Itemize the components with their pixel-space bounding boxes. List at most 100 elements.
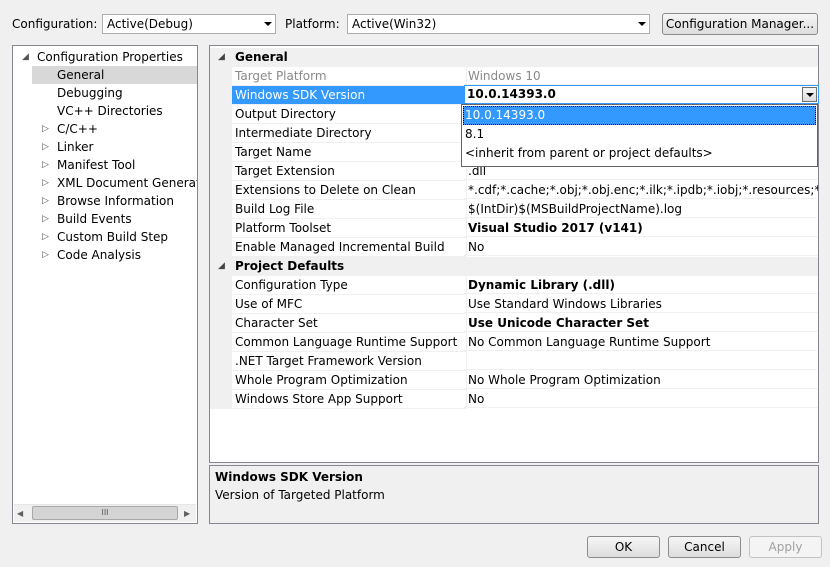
category-title: Project Defaults [235,259,345,273]
property-name: Character Set [232,314,467,333]
tree-item-label: C/C++ [57,122,98,136]
expand-triangle-icon[interactable]: ▷ [42,156,52,174]
expand-triangle-icon[interactable]: ▷ [42,210,52,228]
property-row[interactable]: Common Language Runtime Support No Commo… [210,333,818,352]
property-row[interactable]: Windows Store App Support No [210,390,818,409]
chevron-down-icon [806,93,814,97]
collapse-triangle-icon[interactable]: ◢ [218,48,225,67]
property-value: No [464,390,818,408]
tree-item-label: Custom Build Step [57,230,169,244]
scroll-right-icon[interactable]: ▶ [184,507,190,520]
configuration-manager-button[interactable]: Configuration Manager... [662,13,818,35]
configuration-value: Active(Debug) [107,17,193,31]
tree-item-debugging[interactable]: Debugging [32,84,197,102]
sdk-option[interactable]: 8.1 [463,125,816,144]
sdk-option[interactable]: <inherit from parent or project defaults… [463,144,816,163]
property-name: Whole Program Optimization [232,371,467,390]
property-name: Extensions to Delete on Clean [232,181,467,200]
tree-item-browse-information[interactable]: ▷ Browse Information [32,192,197,210]
property-name: Output Directory [232,105,467,124]
configuration-combo[interactable]: Active(Debug) [102,14,276,34]
property-value: Use Unicode Character Set [464,314,818,332]
collapse-triangle-icon[interactable]: ◢ [22,48,32,66]
property-value: Windows 10 [464,67,818,85]
property-value: $(IntDir)$(MSBuildProjectName).log [464,200,818,218]
sdk-version-value: 10.0.14393.0 [467,87,556,101]
property-value: Dynamic Library (.dll) [464,276,818,294]
platform-label: Platform: [285,17,340,31]
tree-item-label: VC++ Directories [57,104,163,118]
sdk-version-dropdown-list: 10.0.14393.0 8.1 <inherit from parent or… [461,104,818,167]
cancel-button[interactable]: Cancel [668,536,741,558]
tree-horizontal-scrollbar[interactable]: ◀ III ▶ [14,504,196,522]
tree-item-label: Linker [57,140,94,154]
property-name: Windows SDK Version [232,86,467,105]
property-name: Windows Store App Support [232,390,467,409]
tree-item-general[interactable]: General [32,66,197,84]
tree-item-linker[interactable]: ▷ Linker [32,138,197,156]
tree-item-configuration-properties[interactable]: ◢ Configuration Properties [13,48,197,66]
tree-item-custom-build-step[interactable]: ▷ Custom Build Step [32,228,197,246]
expand-triangle-icon[interactable]: ▷ [42,138,52,156]
platform-value: Active(Win32) [352,17,437,31]
scroll-left-icon[interactable]: ◀ [17,507,23,520]
sdk-version-combo[interactable]: 10.0.14393.0 [464,85,819,104]
property-row[interactable]: Whole Program Optimization No Whole Prog… [210,371,818,390]
scroll-thumb[interactable]: III [32,506,178,520]
expand-triangle-icon[interactable]: ▷ [42,246,52,264]
tree-item-vc-directories[interactable]: VC++ Directories [32,102,197,120]
expand-triangle-icon[interactable]: ▷ [42,192,52,210]
expand-triangle-icon[interactable]: ▷ [42,120,52,138]
property-name: Build Log File [232,200,467,219]
sdk-option-selected[interactable]: 10.0.14393.0 [463,106,816,125]
tree-item-label: Debugging [57,86,123,100]
tree-item-label: General [57,68,105,82]
property-row[interactable]: Target Platform Windows 10 [210,67,818,86]
tree-item-xml-document-generator[interactable]: ▷ XML Document Generator [32,174,197,192]
property-row[interactable]: .NET Target Framework Version [210,352,818,371]
expand-triangle-icon[interactable]: ▷ [42,228,52,246]
property-name: .NET Target Framework Version [232,352,467,371]
tree-item-code-analysis[interactable]: ▷ Code Analysis [32,246,197,264]
category-project-defaults[interactable]: ◢ Project Defaults [210,257,818,276]
property-value: *.cdf;*.cache;*.obj;*.obj.enc;*.ilk;*.ip… [464,181,818,199]
apply-button[interactable]: Apply [749,536,822,558]
platform-combo[interactable]: Active(Win32) [347,14,650,34]
property-value: No Common Language Runtime Support [464,333,818,351]
property-row[interactable]: Enable Managed Incremental Build No [210,238,818,257]
category-title: General [235,50,288,64]
property-value [464,352,818,370]
property-name: Platform Toolset [232,219,467,238]
property-value: Visual Studio 2017 (v141) [464,219,818,237]
property-name: Configuration Type [232,276,467,295]
property-name: Common Language Runtime Support [232,333,467,352]
sdk-dropdown-button[interactable] [802,87,817,102]
property-value: Use Standard Windows Libraries [464,295,818,313]
property-row[interactable]: Configuration Type Dynamic Library (.dll… [210,276,818,295]
property-row[interactable]: Extensions to Delete on Clean *.cdf;*.ca… [210,181,818,200]
collapse-triangle-icon[interactable]: ◢ [218,257,225,276]
property-name: Intermediate Directory [232,124,467,143]
tree-item-manifest-tool[interactable]: ▷ Manifest Tool [32,156,197,174]
chevron-down-icon [638,22,646,26]
property-row[interactable]: Build Log File $(IntDir)$(MSBuildProject… [210,200,818,219]
property-tree: ◢ Configuration Properties General Debug… [12,45,198,524]
tree-item-label: Manifest Tool [57,158,136,172]
property-name: Enable Managed Incremental Build [232,238,467,257]
tree-item-c-cpp[interactable]: ▷ C/C++ [32,120,197,138]
property-row[interactable]: Use of MFC Use Standard Windows Librarie… [210,295,818,314]
category-general[interactable]: ◢ General [210,48,818,67]
tree-item-build-events[interactable]: ▷ Build Events [32,210,197,228]
description-text: Version of Targeted Platform [215,488,385,502]
ok-button[interactable]: OK [587,536,660,558]
description-pane: Windows SDK Version Version of Targeted … [209,465,819,524]
property-row[interactable]: Character Set Use Unicode Character Set [210,314,818,333]
property-row[interactable]: Platform Toolset Visual Studio 2017 (v14… [210,219,818,238]
property-name: Target Name [232,143,467,162]
expand-triangle-icon[interactable]: ▷ [42,174,52,192]
property-value: No Whole Program Optimization [464,371,818,389]
description-title: Windows SDK Version [215,470,363,484]
configuration-label: Configuration: [12,17,98,31]
tree-item-label: Configuration Properties [37,50,183,64]
property-name: Use of MFC [232,295,467,314]
